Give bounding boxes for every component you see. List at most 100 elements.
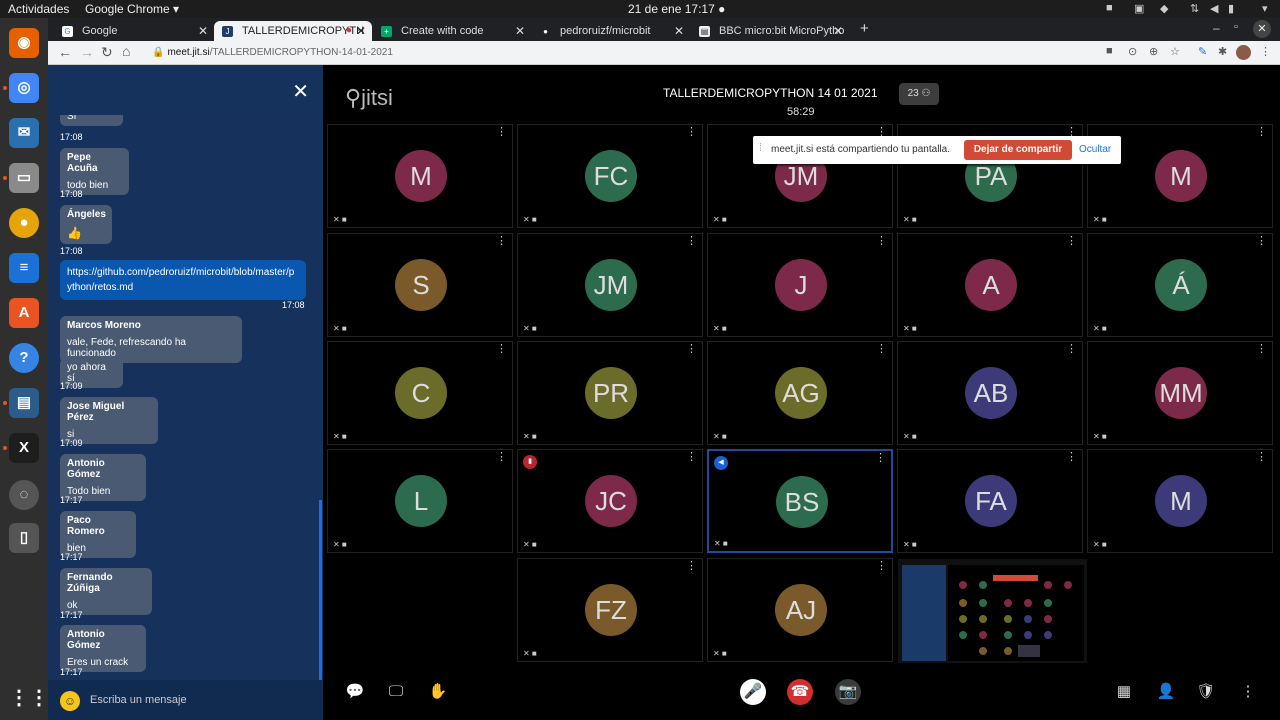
tile-menu-icon[interactable]: ⋮: [876, 236, 887, 247]
tile-menu-icon[interactable]: ⋮: [686, 344, 697, 355]
files-icon[interactable]: ▭: [9, 163, 39, 193]
hangup-button[interactable]: ☎: [787, 679, 813, 705]
tab-github[interactable]: ● pedroruizf/microbit ✕: [532, 21, 690, 41]
close-chat-icon[interactable]: ✕: [292, 79, 309, 104]
tile-menu-icon[interactable]: ⋮: [876, 344, 887, 355]
drag-handle-icon[interactable]: ⁞: [759, 142, 762, 154]
app-menu[interactable]: Google Chrome ▾: [85, 2, 179, 16]
tile-menu-icon[interactable]: ⋮: [496, 236, 507, 247]
profile-avatar[interactable]: [1236, 45, 1251, 60]
participant-tile[interactable]: M ⋮ ✕ ■: [1087, 449, 1273, 553]
participant-tile[interactable]: FZ ⋮ ✕ ■: [517, 558, 703, 662]
participant-tile[interactable]: J ⋮ ✕ ■: [707, 233, 893, 337]
software-icon[interactable]: A: [9, 298, 39, 328]
microphone-button[interactable]: 🎤: [740, 679, 766, 705]
x-app-icon[interactable]: X: [9, 433, 39, 463]
hide-notice-button[interactable]: Ocultar: [1079, 144, 1111, 155]
chrome-icon[interactable]: ◎: [9, 73, 39, 103]
thunderbird-icon[interactable]: ✉: [9, 118, 39, 148]
participant-tile[interactable]: AJ ⋮ ✕ ■: [707, 558, 893, 662]
close-tab-icon[interactable]: ✕: [515, 24, 525, 38]
minimize-icon[interactable]: –: [1213, 21, 1220, 35]
participant-tile[interactable]: A ⋮ ✕ ■: [897, 233, 1083, 337]
message-link[interactable]: https://github.com/pedroruizf/microbit/b…: [67, 267, 294, 293]
tile-menu-icon[interactable]: ⋮: [686, 452, 697, 463]
disc-icon[interactable]: ◌: [9, 480, 39, 510]
screen-share-button[interactable]: 🖵: [383, 679, 409, 705]
raise-hand-button[interactable]: ✋: [425, 679, 451, 705]
camera-tray-icon[interactable]: ■: [1106, 2, 1113, 14]
chat-input[interactable]: Escriba un mensaje: [90, 694, 187, 706]
security-button[interactable]: 🛡: [1193, 679, 1219, 705]
network-icon[interactable]: ⇅: [1190, 2, 1199, 15]
participant-tile[interactable]: FA ⋮ ✕ ■: [897, 449, 1083, 553]
volume-icon[interactable]: ◀: [1210, 2, 1218, 15]
chat-scrollbar[interactable]: [319, 500, 322, 680]
participant-tile[interactable]: C ⋮ ✕ ■: [327, 341, 513, 445]
restore-icon[interactable]: ▫: [1234, 21, 1238, 33]
participant-tile[interactable]: MM ⋮ ✕ ■: [1087, 341, 1273, 445]
reload-icon[interactable]: ↻: [101, 44, 113, 61]
clock[interactable]: 21 de ene 17:17 ●: [628, 2, 725, 16]
participant-tile[interactable]: AB ⋮ ✕ ■: [897, 341, 1083, 445]
close-tab-icon[interactable]: ✕: [674, 24, 684, 38]
stop-sharing-button[interactable]: Dejar de compartir: [964, 140, 1072, 160]
participant-tile[interactable]: AG ⋮ ✕ ■: [707, 341, 893, 445]
close-tab-icon[interactable]: ✕: [198, 24, 208, 38]
tile-menu-icon[interactable]: ⋮: [1256, 452, 1267, 463]
forward-icon[interactable]: →: [80, 44, 94, 60]
activities-button[interactable]: Actividades: [8, 2, 69, 16]
battery-icon[interactable]: ▮: [1228, 2, 1234, 15]
browser-menu-icon[interactable]: ⋮: [1260, 45, 1271, 58]
tile-menu-icon[interactable]: ⋮: [1256, 236, 1267, 247]
emoji-icon[interactable]: ☺: [60, 691, 80, 711]
tab-microbit-docs[interactable]: ▤ BBC micro:bit MicroPytho ✕: [691, 21, 849, 41]
participant-tile[interactable]: S ⋮ ✕ ■: [327, 233, 513, 337]
participant-tile[interactable]: M ⋮ ✕ ■: [327, 124, 513, 228]
zoom-icon[interactable]: ⊕: [1149, 45, 1158, 58]
rhythmbox-icon[interactable]: ●: [9, 208, 39, 238]
camera-button[interactable]: 📷: [835, 679, 861, 705]
new-tab-icon[interactable]: +: [860, 20, 869, 37]
usb-drive-icon[interactable]: ▯: [9, 523, 39, 553]
tile-view-button[interactable]: ▦: [1111, 679, 1137, 705]
chat-messages[interactable]: Sí 17:08 Pepe Acuña todo bien 17:08 Ángel…: [48, 115, 320, 680]
tile-menu-icon[interactable]: ⋮: [875, 453, 886, 464]
more-actions-button[interactable]: ⋮: [1235, 679, 1261, 705]
tab-jitsi[interactable]: J TALLERDEMICROPYTH ● ✕: [214, 21, 372, 41]
tile-menu-icon[interactable]: ⋮: [686, 236, 697, 247]
participant-tile[interactable]: FC ⋮ ✕ ■: [517, 124, 703, 228]
tab-create-with-code[interactable]: + Create with code ✕: [373, 21, 531, 41]
back-icon[interactable]: ←: [58, 44, 72, 60]
chat-toggle-button[interactable]: 💬: [342, 679, 368, 705]
tile-menu-icon[interactable]: ⋮: [496, 344, 507, 355]
show-apps-icon[interactable]: ⋮⋮: [9, 683, 49, 713]
participant-tile[interactable]: BS ⋮ ✕ ■ ◀: [707, 449, 893, 553]
tile-menu-icon[interactable]: ⋮: [496, 127, 507, 138]
tile-menu-icon[interactable]: ⋮: [1066, 452, 1077, 463]
participant-tile[interactable]: Á ⋮ ✕ ■: [1087, 233, 1273, 337]
tile-menu-icon[interactable]: ⋮: [686, 127, 697, 138]
dropbox-tray-icon[interactable]: ◆: [1160, 2, 1168, 15]
participant-tile[interactable]: JM ⋮ ✕ ■: [517, 233, 703, 337]
screen-tray-icon[interactable]: ▣: [1134, 2, 1144, 15]
home-icon[interactable]: ⌂: [122, 43, 130, 59]
system-menu-icon[interactable]: ▾: [1262, 2, 1268, 15]
bookmark-star-icon[interactable]: ☆: [1170, 45, 1180, 58]
tile-menu-icon[interactable]: ⋮: [1066, 236, 1077, 247]
participant-count-badge[interactable]: 23 ⚇: [899, 83, 939, 105]
tab-google[interactable]: G Google ✕: [54, 21, 214, 41]
invite-button[interactable]: 👤: [1153, 679, 1179, 705]
url-field[interactable]: 🔒 meet.jit.si/TALLERDEMICROPYTHON-14-01-2…: [148, 44, 1168, 62]
tile-menu-icon[interactable]: ⋮: [686, 561, 697, 572]
participant-tile[interactable]: PR ⋮ ✕ ■: [517, 341, 703, 445]
writer-icon[interactable]: ≡: [9, 253, 39, 283]
cast-icon[interactable]: ⊙: [1128, 45, 1137, 58]
camera-in-use-icon[interactable]: ■: [1106, 45, 1113, 57]
close-tab-icon[interactable]: ✕: [833, 24, 843, 38]
close-tab-icon[interactable]: ✕: [356, 24, 366, 38]
tile-menu-icon[interactable]: ⋮: [1256, 344, 1267, 355]
close-window-icon[interactable]: ✕: [1253, 20, 1271, 38]
remote-desktop-icon[interactable]: ▤: [9, 388, 39, 418]
tile-menu-icon[interactable]: ⋮: [1066, 344, 1077, 355]
